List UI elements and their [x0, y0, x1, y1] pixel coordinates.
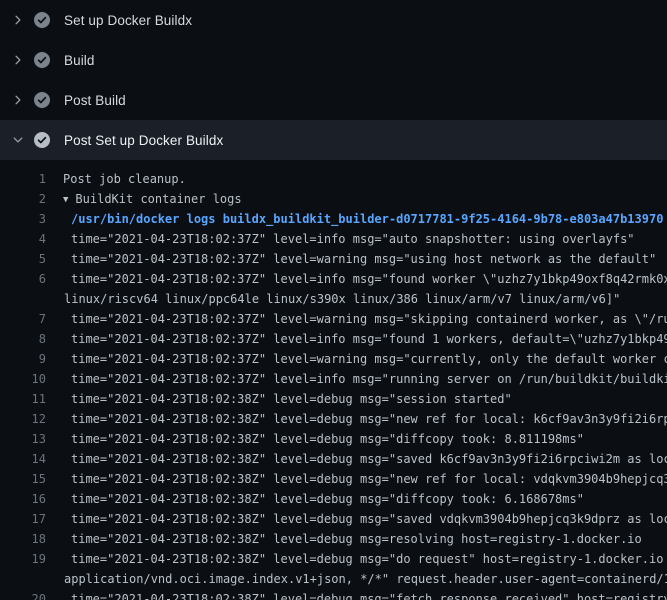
log-line-number[interactable]: 9 — [0, 349, 46, 369]
log-text: time="2021-04-23T18:02:37Z" level=info m… — [71, 329, 667, 349]
log-line-number[interactable]: 19 — [0, 549, 46, 569]
step-title: Set up Docker Buildx — [64, 13, 192, 28]
log-line-number — [0, 569, 46, 589]
log-text: time="2021-04-23T18:02:38Z" level=debug … — [71, 409, 667, 429]
log-text: time="2021-04-23T18:02:38Z" level=debug … — [71, 509, 667, 529]
log-line-number[interactable]: 12 — [0, 409, 46, 429]
step-list: Set up Docker Buildx Build Post Build Post … — [0, 0, 667, 160]
step-row-set-up-docker-buildx[interactable]: Set up Docker Buildx — [0, 0, 667, 40]
log-line: 20 time="2021-04-23T18:02:38Z" level=debu… — [0, 589, 667, 600]
log-text: time="2021-04-23T18:02:37Z" level=warnin… — [71, 309, 667, 329]
log-line-number[interactable]: 2 — [0, 189, 46, 209]
log-line: 9 time="2021-04-23T18:02:37Z" level=warni… — [0, 349, 667, 369]
log-line-number[interactable]: 14 — [0, 449, 46, 469]
log-line-number[interactable]: 8 — [0, 329, 46, 349]
log-line-number[interactable]: 10 — [0, 369, 46, 389]
log-line-number[interactable]: 15 — [0, 469, 46, 489]
log-line-number[interactable]: 3 — [0, 209, 46, 229]
log-command-text[interactable]: /usr/bin/docker logs buildx_buildkit_bui… — [71, 209, 663, 229]
log-line-number[interactable]: 1 — [0, 169, 46, 189]
step-row-build[interactable]: Build — [0, 40, 667, 80]
log-line-number[interactable]: 4 — [0, 229, 46, 249]
log-line-number[interactable]: 5 — [0, 249, 46, 269]
log-line: 6 time="2021-04-23T18:02:37Z" level=info … — [0, 269, 667, 289]
log-line: 11 time="2021-04-23T18:02:38Z" level=debu… — [0, 389, 667, 409]
log-text: time="2021-04-23T18:02:38Z" level=debug … — [71, 529, 642, 549]
log-line: 16 time="2021-04-23T18:02:38Z" level=debu… — [0, 489, 667, 509]
check-circle-icon — [34, 92, 50, 108]
log-line: 7 time="2021-04-23T18:02:37Z" level=warni… — [0, 309, 667, 329]
step-title: Build — [64, 53, 95, 68]
log-line: 4 time="2021-04-23T18:02:37Z" level=info … — [0, 229, 667, 249]
log-text: time="2021-04-23T18:02:37Z" level=info m… — [71, 269, 667, 289]
step-row-post-set-up-docker-buildx[interactable]: Post Set up Docker Buildx — [0, 120, 667, 160]
log-text: time="2021-04-23T18:02:38Z" level=debug … — [71, 489, 584, 509]
log-text: linux/riscv64 linux/ppc64le linux/s390x … — [64, 289, 620, 309]
log-text: time="2021-04-23T18:02:37Z" level=warnin… — [71, 249, 656, 269]
log-group-title[interactable]: BuildKit container logs — [75, 192, 241, 206]
log-line-number[interactable]: 6 — [0, 269, 46, 289]
log-text: time="2021-04-23T18:02:38Z" level=debug … — [71, 549, 667, 569]
log-line: 3/usr/bin/docker logs buildx_buildkit_bu… — [0, 209, 667, 229]
collapse-triangle-icon[interactable]: ▼ — [63, 190, 68, 209]
log-line: 19 time="2021-04-23T18:02:38Z" level=debu… — [0, 549, 667, 569]
log-line: 12 time="2021-04-23T18:02:38Z" level=debu… — [0, 409, 667, 429]
chevron-right-icon[interactable] — [12, 54, 24, 66]
step-title: Post Build — [64, 93, 126, 108]
log-line-number[interactable]: 16 — [0, 489, 46, 509]
log-line-number[interactable]: 20 — [0, 589, 46, 600]
log-text: time="2021-04-23T18:02:37Z" level=warnin… — [71, 349, 667, 369]
log-line-continuation: linux/riscv64 linux/ppc64le linux/s390x … — [0, 289, 667, 309]
log-line: 2 ▼ BuildKit container logs — [0, 189, 667, 209]
log-line-number[interactable]: 11 — [0, 389, 46, 409]
log-text: time="2021-04-23T18:02:38Z" level=debug … — [71, 429, 584, 449]
log-line: 5 time="2021-04-23T18:02:37Z" level=warni… — [0, 249, 667, 269]
check-circle-icon — [34, 12, 50, 28]
step-title: Post Set up Docker Buildx — [64, 133, 223, 148]
chevron-down-icon[interactable] — [12, 134, 24, 146]
log-line: 14 time="2021-04-23T18:02:38Z" level=debu… — [0, 449, 667, 469]
chevron-right-icon[interactable] — [12, 14, 24, 26]
log-line: 15 time="2021-04-23T18:02:38Z" level=debu… — [0, 469, 667, 489]
log-line: 17 time="2021-04-23T18:02:38Z" level=debu… — [0, 509, 667, 529]
check-circle-icon — [34, 132, 50, 148]
log-text: time="2021-04-23T18:02:38Z" level=debug … — [71, 449, 667, 469]
log-line-number[interactable]: 7 — [0, 309, 46, 329]
log-line: 18 time="2021-04-23T18:02:38Z" level=debu… — [0, 529, 667, 549]
log-text: ▼ BuildKit container logs — [63, 189, 242, 209]
log-line-number[interactable]: 13 — [0, 429, 46, 449]
actions-log-viewer: Set up Docker Buildx Build Post Build Post … — [0, 0, 667, 600]
chevron-right-icon[interactable] — [12, 94, 24, 106]
log-text: time="2021-04-23T18:02:37Z" level=info m… — [71, 369, 667, 389]
log-line: 10 time="2021-04-23T18:02:37Z" level=info… — [0, 369, 667, 389]
log-text: time="2021-04-23T18:02:37Z" level=info m… — [71, 229, 635, 249]
log-line-continuation: application/vnd.oci.image.index.v1+json,… — [0, 569, 667, 589]
log-text: application/vnd.oci.image.index.v1+json,… — [64, 569, 667, 589]
log-line: 1 Post job cleanup. — [0, 169, 667, 189]
log-line-number[interactable]: 18 — [0, 529, 46, 549]
log-line-number[interactable]: 17 — [0, 509, 46, 529]
log-text: time="2021-04-23T18:02:38Z" level=debug … — [71, 389, 512, 409]
log-line: 13 time="2021-04-23T18:02:38Z" level=debu… — [0, 429, 667, 449]
step-row-post-build[interactable]: Post Build — [0, 80, 667, 120]
check-circle-icon — [34, 52, 50, 68]
log-line: 8 time="2021-04-23T18:02:37Z" level=info … — [0, 329, 667, 349]
log-area: 1 Post job cleanup. 2 ▼ BuildKit container l… — [0, 160, 667, 600]
log-line-number — [0, 289, 46, 309]
log-text: time="2021-04-23T18:02:38Z" level=debug … — [71, 589, 667, 600]
log-text: time="2021-04-23T18:02:38Z" level=debug … — [71, 469, 667, 489]
log-text: Post job cleanup. — [63, 169, 186, 189]
